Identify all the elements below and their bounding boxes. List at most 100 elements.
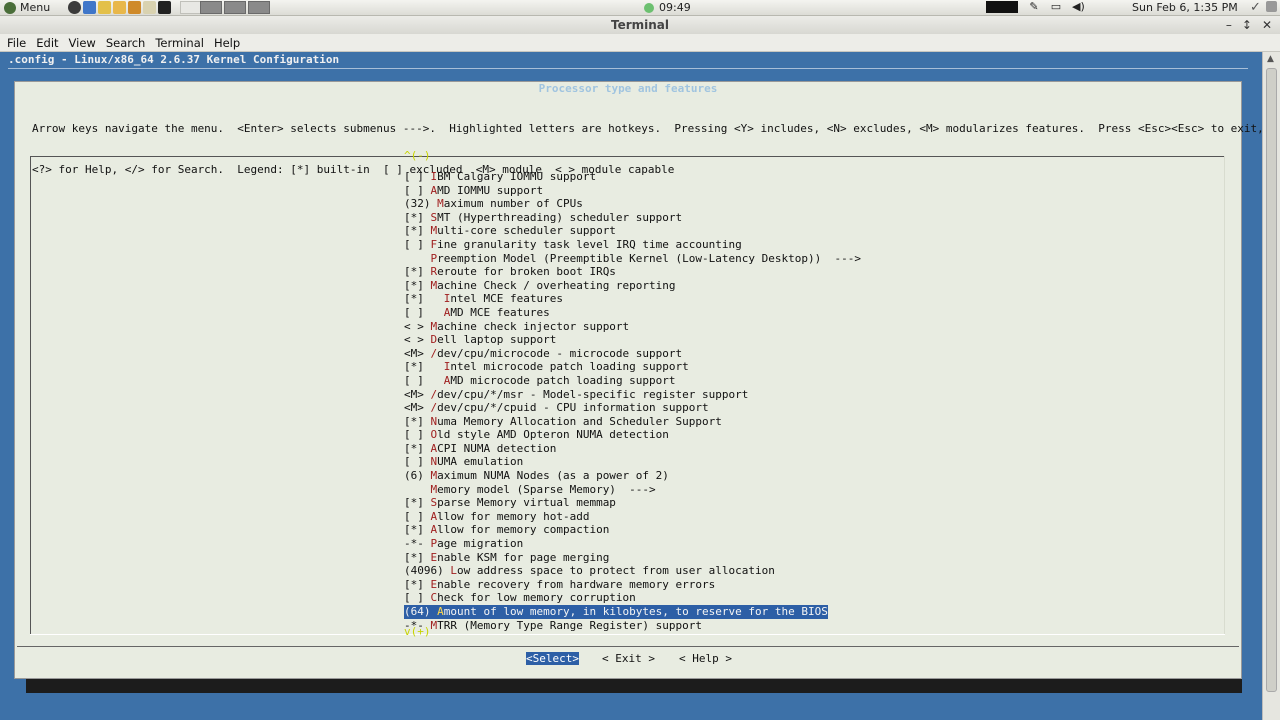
tray-monitor-icon[interactable] [986,1,1018,13]
browser-icon[interactable] [83,1,96,14]
option-row-wrapper: (64) Amount of low memory, in kilobytes,… [404,605,861,619]
pin-icon[interactable]: ✎ [1028,1,1040,13]
menu-terminal[interactable]: Terminal [155,34,204,51]
option-row[interactable]: [*] Numa Memory Allocation and Scheduler… [404,415,861,429]
menuconfig-dialog: Processor type and features Arrow keys n… [14,81,1264,679]
option-row[interactable]: [ ] AMD MCE features [404,306,861,320]
option-row[interactable]: [*] Machine Check / overheating reportin… [404,279,861,293]
option-label: eroute for broken boot IRQs [437,265,616,279]
option-row[interactable]: < > Dell laptop support [404,333,861,347]
menu-edit[interactable]: Edit [36,34,58,51]
option-row[interactable]: [ ] AMD IOMMU support [404,184,861,198]
option-label: MD microcode patch loading support [450,373,676,387]
menu-help[interactable]: Help [214,34,240,51]
option-state: [ ] [404,428,431,442]
option-row[interactable]: [*] Enable KSM for page merging [404,551,861,565]
option-row[interactable]: (6) Maximum NUMA Nodes (as a power of 2) [404,469,861,483]
option-state: <M> [404,401,431,415]
folder-icon[interactable] [98,1,111,14]
menu-search[interactable]: Search [106,34,146,51]
option-hotkey: M [437,197,444,211]
option-row[interactable]: [ ] Check for low memory corruption [404,591,861,605]
system-icon[interactable] [68,1,81,14]
menu-file[interactable]: File [7,34,26,51]
close-button[interactable]: ✕ [1262,16,1272,34]
check-icon[interactable]: ✓ [1250,0,1261,15]
option-label: age migration [437,537,524,551]
files-icon[interactable] [113,1,126,14]
option-row[interactable]: -*- Page migration [404,537,861,551]
applications-menu[interactable]: Menu [4,1,50,14]
option-row[interactable]: [*] Allow for memory compaction [404,523,861,537]
window-titlebar[interactable]: Terminal – ↕ ✕ [0,16,1280,34]
option-row-wrapper: [ ] AMD IOMMU support [404,184,861,198]
volume-icon[interactable]: ◀) [1072,1,1085,13]
option-row[interactable]: [*] Sparse Memory virtual memmap [404,496,861,510]
option-state: [ ] [404,237,431,251]
option-row[interactable]: -*- MTRR (Memory Type Range Register) su… [404,619,861,633]
option-label: dev/cpu/*/cpuid - CPU information suppor… [437,401,709,415]
option-row[interactable]: [*] ACPI NUMA detection [404,442,861,456]
option-row[interactable]: Memory model (Sparse Memory) ---> [404,483,861,497]
option-row[interactable]: < > Machine check injector support [404,320,861,334]
workspace-1[interactable] [180,1,202,14]
option-row[interactable]: [ ] NUMA emulation [404,455,861,469]
option-row[interactable]: [*] Multi-core scheduler support [404,224,861,238]
list-border-left [30,156,31,634]
list-border-right [1224,156,1225,634]
minimize-button[interactable]: – [1226,16,1232,34]
option-row-wrapper: < > Machine check injector support [404,320,861,334]
option-row[interactable]: (32) Maximum number of CPUs [404,197,861,211]
option-state: (6) [404,469,431,483]
selected-option-row[interactable]: (64) Amount of low memory, in kilobytes,… [404,605,828,619]
option-label: mount of low memory, in kilobytes, to re… [443,605,828,618]
option-row[interactable]: <M> /dev/cpu/*/msr - Model-specific regi… [404,388,861,402]
option-state: (32) [404,197,438,211]
option-row[interactable]: [*] Intel microcode patch loading suppor… [404,360,861,374]
option-label: aximum number of CPUs [443,197,583,211]
window-button-2[interactable] [224,1,246,14]
option-row-wrapper: -*- MTRR (Memory Type Range Register) su… [404,619,861,633]
list-border-bottom [30,634,1225,635]
menu-view[interactable]: View [69,34,96,51]
option-row[interactable]: [ ] Fine granularity task level IRQ time… [404,238,861,252]
option-label: nable recovery from hardware memory erro… [437,577,716,591]
clock[interactable]: 09:49 [644,1,691,14]
editor-icon[interactable] [143,1,156,14]
date-display[interactable]: Sun Feb 6, 1:35 PM [1132,1,1238,14]
option-label: achine check injector support [437,319,630,333]
scrollbar-thumb[interactable] [1266,68,1277,692]
tools-icon[interactable] [128,1,141,14]
option-row[interactable]: [*] Intel MCE features [404,292,861,306]
terminal-scrollbar[interactable]: ▲ ▼ [1262,52,1280,720]
exit-button[interactable]: < Exit > [602,652,655,665]
option-row[interactable]: [ ] IBM Calgary IOMMU support [404,170,861,184]
option-row[interactable]: [ ] Allow for memory hot-add [404,510,861,524]
option-label: dev/cpu/*/msr - Model-specific register … [437,387,749,401]
option-label: achine Check / overheating reporting [437,278,676,292]
terminal-area[interactable]: .config - Linux/x86_64 2.6.37 Kernel Con… [0,52,1264,720]
battery-icon[interactable]: ▭ [1050,1,1062,13]
option-row-wrapper: <M> /dev/cpu/*/msr - Model-specific regi… [404,388,861,402]
scroll-up-arrow-icon[interactable]: ▲ [1267,54,1274,64]
maximize-button[interactable]: ↕ [1242,16,1252,34]
option-row[interactable]: (4096) Low address space to protect from… [404,564,861,578]
option-row[interactable]: [ ] AMD microcode patch loading support [404,374,861,388]
help-button[interactable]: < Help > [679,652,732,665]
terminal-icon[interactable] [158,1,171,14]
option-row[interactable]: <M> /dev/cpu/microcode - microcode suppo… [404,347,861,361]
option-row[interactable]: [*] Enable recovery from hardware memory… [404,578,861,592]
select-button[interactable]: <Select> [526,652,579,665]
option-row[interactable]: [*] Reroute for broken boot IRQs [404,265,861,279]
window-button-1[interactable] [200,1,222,14]
power-icon[interactable] [1266,1,1277,12]
option-state: [*] [404,414,431,428]
option-row[interactable]: [*] SMT (Hyperthreading) scheduler suppo… [404,211,861,225]
option-row[interactable]: <M> /dev/cpu/*/cpuid - CPU information s… [404,401,861,415]
option-row[interactable]: [ ] Old style AMD Opteron NUMA detection [404,428,861,442]
option-state: [*] [404,224,431,238]
option-label: ine granularity task level IRQ time acco… [437,237,742,251]
window-button-3[interactable] [248,1,270,14]
option-row[interactable]: Preemption Model (Preemptible Kernel (Lo… [404,252,861,266]
option-state: [ ] [404,305,444,319]
